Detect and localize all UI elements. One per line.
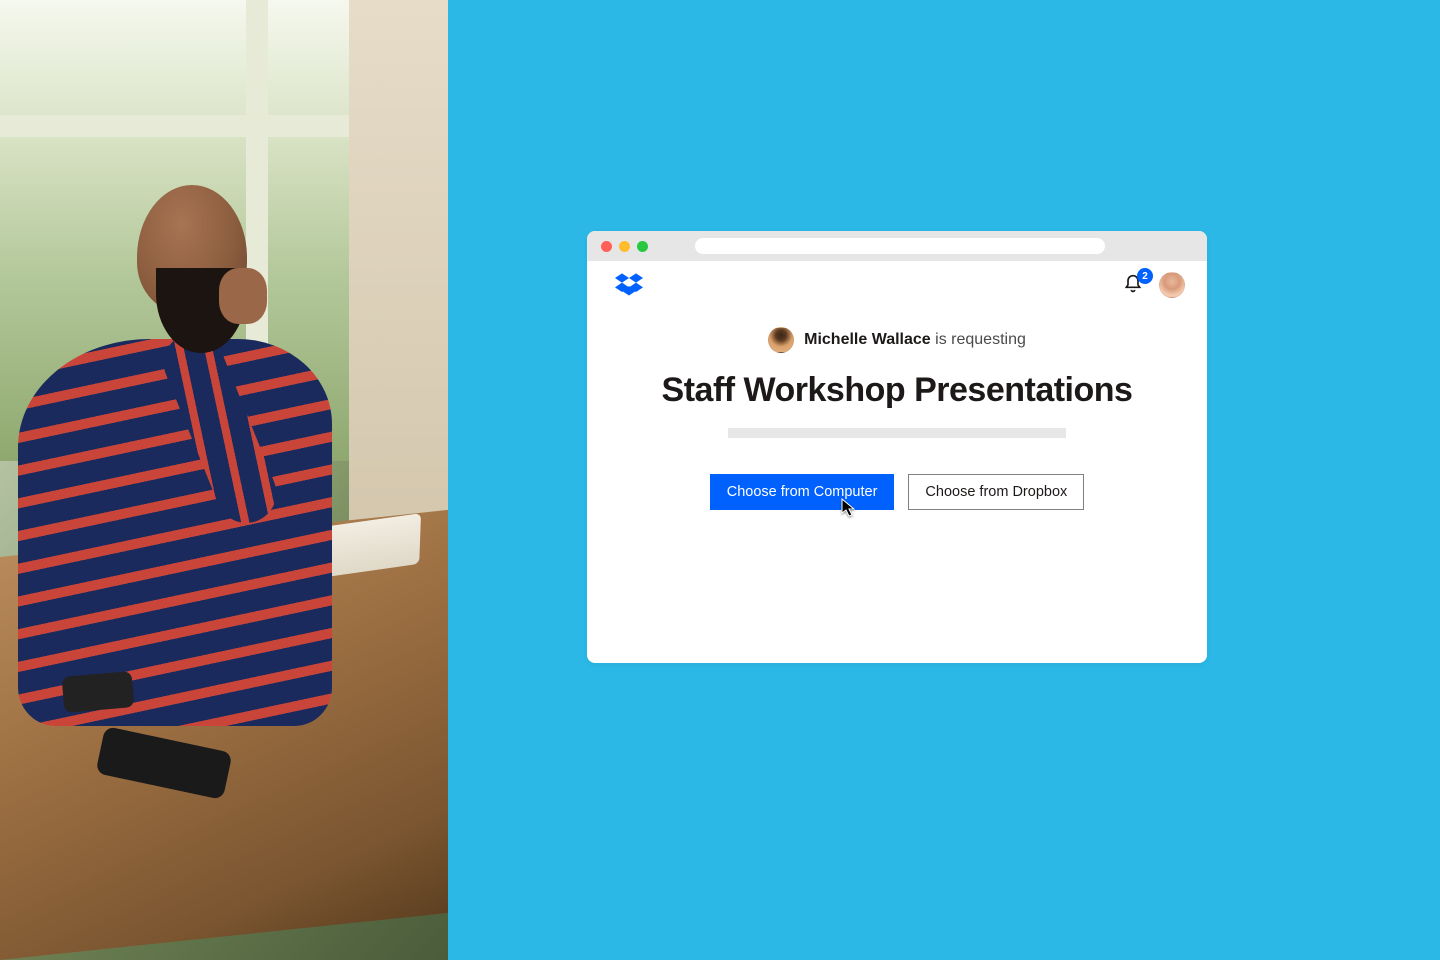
browser-title-bar: [587, 231, 1207, 261]
requester-name: Michelle Wallace: [804, 331, 931, 348]
request-title: Staff Workshop Presentations: [662, 371, 1133, 410]
window-close-button[interactable]: [601, 241, 612, 252]
dropbox-logo-icon[interactable]: [615, 273, 643, 297]
photo-device: [61, 671, 134, 713]
choose-from-dropbox-button[interactable]: Choose from Dropbox: [908, 474, 1084, 510]
notifications-button[interactable]: 2: [1123, 274, 1145, 296]
user-avatar[interactable]: [1159, 272, 1185, 298]
upload-button-row: Choose from Computer Choose from Dropbox: [710, 474, 1085, 510]
requester-line: Michelle Wallace is requesting: [768, 327, 1026, 353]
right-panel: 2 Michelle Wallace is requesting Staff W…: [448, 0, 1440, 960]
choose-from-computer-button[interactable]: Choose from Computer: [710, 474, 895, 510]
notification-badge: 2: [1137, 268, 1153, 284]
address-bar[interactable]: [695, 238, 1105, 254]
window-maximize-button[interactable]: [637, 241, 648, 252]
requesting-label: is requesting: [935, 331, 1026, 348]
lifestyle-photo: [0, 0, 448, 960]
app-header: 2: [587, 261, 1207, 309]
requester-avatar: [768, 327, 794, 353]
upload-progress-bar: [728, 428, 1066, 438]
browser-window: 2 Michelle Wallace is requesting Staff W…: [587, 231, 1207, 663]
photo-wall: [349, 0, 448, 528]
file-request-panel: Michelle Wallace is requesting Staff Wor…: [587, 327, 1207, 510]
window-minimize-button[interactable]: [619, 241, 630, 252]
